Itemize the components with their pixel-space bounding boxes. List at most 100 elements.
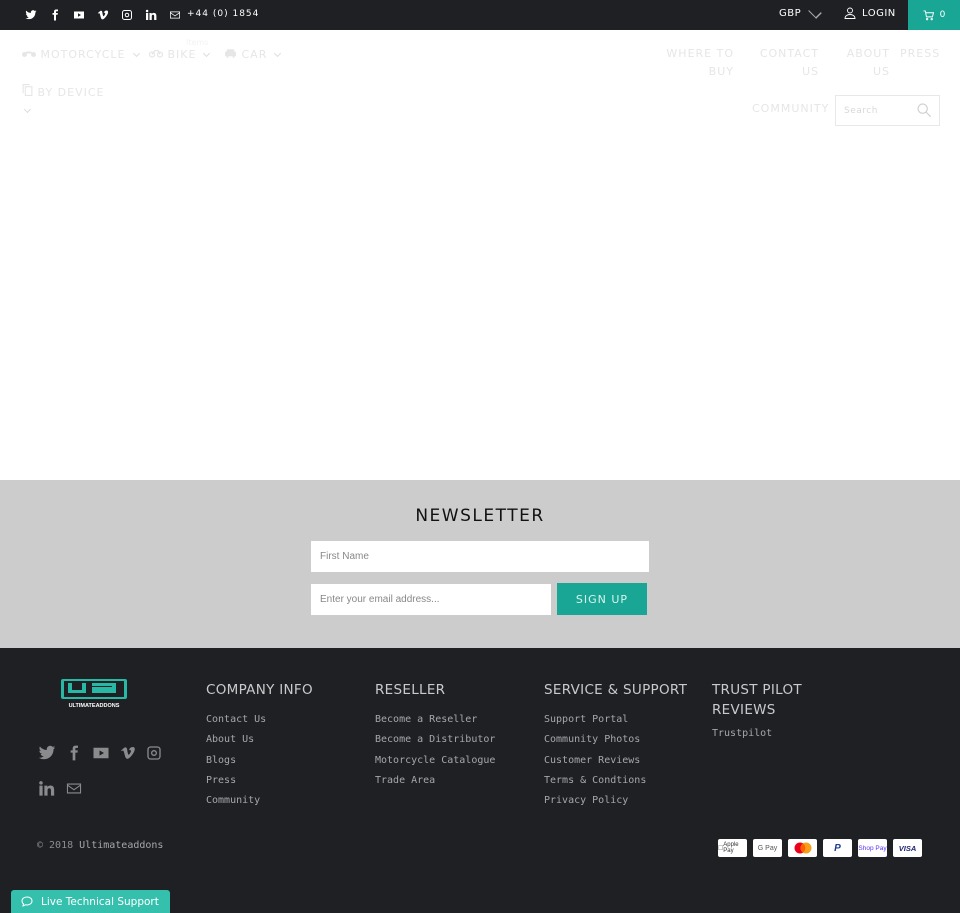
nav-label-line2: BUY bbox=[708, 65, 734, 78]
linkedin-icon[interactable] bbox=[38, 780, 55, 797]
footer-link[interactable]: Support Portal bbox=[544, 710, 687, 730]
login-label: LOGIN bbox=[862, 7, 896, 19]
newsletter-section: NEWSLETTER SIGN UP bbox=[0, 480, 960, 648]
nav-item-contact-us[interactable]: CONTACT US bbox=[755, 45, 819, 81]
nav-item-press[interactable]: PRESS bbox=[900, 45, 940, 63]
copyright: © 2018 Ultimateaddons bbox=[37, 840, 163, 851]
footer-link[interactable]: Terms & Condtions bbox=[544, 771, 687, 791]
logo[interactable]: ULTIMATEADDONS bbox=[60, 678, 128, 709]
footer-link[interactable]: Blogs bbox=[206, 751, 313, 771]
nav-label: CAR bbox=[241, 48, 268, 61]
email-icon[interactable] bbox=[163, 9, 187, 21]
footer-column-reseller: RESELLER Become a Reseller Become a Dist… bbox=[375, 680, 495, 791]
footer-column-company-info: COMPANY INFO Contact Us About Us Blogs P… bbox=[206, 680, 313, 811]
pay-label: Apple Pay bbox=[718, 842, 747, 854]
nav-item-bike[interactable]: BIKE bbox=[148, 48, 211, 61]
footer-link[interactable]: Contact Us bbox=[206, 710, 313, 730]
column-title-line1: TRUST PILOT bbox=[712, 682, 802, 698]
twitter-icon[interactable] bbox=[19, 9, 43, 21]
logo-text: ULTIMATEADDONS bbox=[68, 703, 120, 709]
cart-count: 0 bbox=[939, 10, 946, 20]
nav-label-line1: ABOUT bbox=[846, 47, 890, 60]
nav-item-by-device[interactable]: BY DEVICE bbox=[22, 84, 104, 120]
vimeo-icon[interactable] bbox=[91, 9, 115, 21]
column-title: TRUST PILOT REVIEWS bbox=[712, 680, 802, 720]
footer-link[interactable]: Press bbox=[206, 771, 313, 791]
nav-label-line2: US bbox=[801, 65, 819, 78]
chevron-down-icon bbox=[132, 49, 140, 58]
footer-column-trust-pilot: TRUST PILOT REVIEWS Trustpilot bbox=[712, 680, 802, 744]
facebook-icon[interactable] bbox=[66, 744, 82, 762]
visa-icon: VISA bbox=[893, 839, 922, 857]
google-pay-icon: G Pay bbox=[753, 839, 782, 857]
footer-column-service-support: SERVICE & SUPPORT Support Portal Communi… bbox=[544, 680, 687, 811]
youtube-icon[interactable] bbox=[67, 9, 91, 21]
phone-number[interactable]: +44 (0) 1854 bbox=[187, 9, 259, 19]
column-title-line2: REVIEWS bbox=[712, 702, 776, 718]
linkedin-icon[interactable] bbox=[139, 9, 163, 21]
instagram-icon[interactable] bbox=[146, 744, 162, 762]
user-icon bbox=[844, 7, 856, 19]
footer-link[interactable]: Motorcycle Catalogue bbox=[375, 751, 495, 771]
chevron-down-icon bbox=[203, 49, 211, 58]
chevron-down-icon bbox=[274, 49, 282, 58]
chevron-down-icon bbox=[23, 105, 32, 114]
nav-label: MOTORCYCLE bbox=[40, 48, 126, 61]
footer-link[interactable]: About Us bbox=[206, 730, 313, 750]
footer-link[interactable]: Community Photos bbox=[544, 730, 687, 750]
nav-label: BIKE bbox=[167, 48, 197, 61]
car-icon bbox=[225, 49, 236, 58]
column-title: RESELLER bbox=[375, 682, 446, 698]
column-title: SERVICE & SUPPORT bbox=[544, 682, 688, 698]
search-box bbox=[835, 95, 940, 126]
login-link[interactable]: LOGIN bbox=[844, 7, 896, 19]
faint-label: Items bbox=[186, 38, 209, 47]
footer-social-links bbox=[38, 744, 162, 762]
newsletter-title: NEWSLETTER bbox=[415, 506, 545, 526]
footer-link[interactable]: Community bbox=[206, 791, 313, 811]
pay-label: Shop Pay bbox=[858, 844, 887, 852]
currency-selector[interactable]: GBP bbox=[779, 4, 822, 19]
top-bar: +44 (0) 1854 GBP LOGIN 0 bbox=[0, 0, 960, 30]
cart-button[interactable]: 0 bbox=[908, 0, 960, 30]
copyright-text: © 2018 bbox=[37, 840, 74, 851]
nav-item-about-us[interactable]: ABOUT US bbox=[840, 45, 890, 81]
footer-link[interactable]: Become a Reseller bbox=[375, 710, 495, 730]
facebook-icon[interactable] bbox=[43, 9, 67, 21]
mastercard-icon bbox=[788, 839, 817, 857]
footer-link[interactable]: Become a Distributor bbox=[375, 730, 495, 750]
device-icon bbox=[22, 84, 33, 96]
youtube-icon[interactable] bbox=[92, 744, 110, 762]
copyright-link[interactable]: Ultimateaddons bbox=[79, 840, 163, 851]
twitter-icon[interactable] bbox=[38, 744, 56, 762]
nav-label-line2: US bbox=[872, 65, 890, 78]
vimeo-icon[interactable] bbox=[120, 744, 136, 762]
chevron-down-icon bbox=[808, 4, 822, 19]
footer-link[interactable]: Trustpilot bbox=[712, 724, 802, 744]
first-name-input[interactable] bbox=[311, 541, 649, 572]
top-social-links bbox=[19, 0, 187, 30]
footer-link[interactable]: Trade Area bbox=[375, 771, 495, 791]
sign-up-button[interactable]: SIGN UP bbox=[557, 583, 647, 615]
ua-logo-icon bbox=[61, 679, 127, 699]
email-input[interactable] bbox=[311, 584, 551, 615]
nav-item-community[interactable]: COMMUNITY bbox=[752, 100, 828, 118]
nav-item-car[interactable]: CAR bbox=[224, 48, 282, 61]
live-support-button[interactable]: Live Technical Support bbox=[11, 890, 170, 913]
nav-item-motorcycle[interactable]: MOTORCYCLE bbox=[22, 48, 140, 61]
nav-label-line1: WHERE TO bbox=[666, 47, 734, 60]
search-input[interactable] bbox=[836, 96, 916, 125]
nav-item-where-to-buy[interactable]: WHERE TO BUY bbox=[660, 45, 734, 81]
column-title: COMPANY INFO bbox=[206, 682, 313, 698]
footer-link[interactable]: Customer Reviews bbox=[544, 751, 687, 771]
nav-label-line1: CONTACT bbox=[759, 47, 819, 60]
apple-pay-icon: Apple Pay bbox=[718, 839, 747, 857]
motorcycle-icon bbox=[22, 51, 36, 57]
live-support-label: Live Technical Support bbox=[41, 895, 159, 908]
footer-link[interactable]: Privacy Policy bbox=[544, 791, 687, 811]
bicycle-icon bbox=[148, 49, 164, 58]
email-icon[interactable] bbox=[65, 780, 83, 797]
instagram-icon[interactable] bbox=[115, 9, 139, 21]
search-icon[interactable] bbox=[916, 102, 932, 118]
chat-icon bbox=[21, 896, 33, 907]
